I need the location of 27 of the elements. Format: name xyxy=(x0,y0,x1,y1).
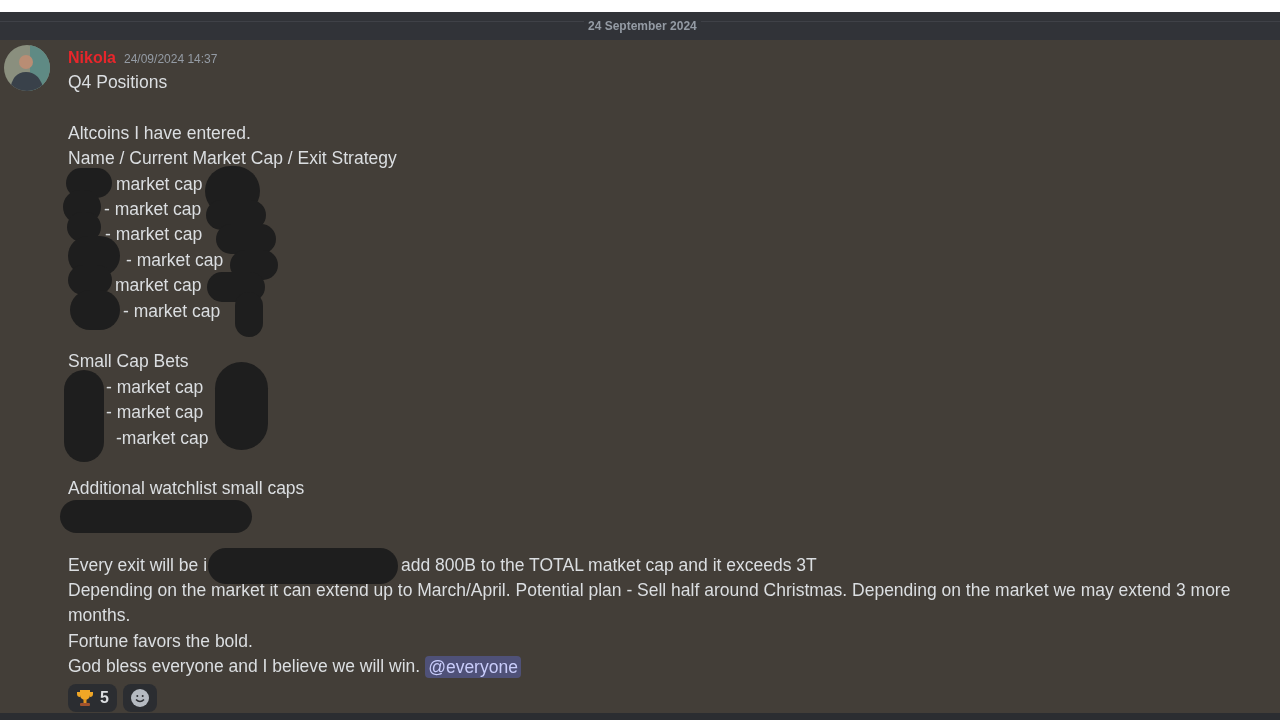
message-text: market cap xyxy=(115,274,202,298)
add-reaction-button[interactable] xyxy=(122,683,157,712)
redaction-mark xyxy=(70,290,120,330)
message-text: Depending on the market it can extend up to March/April. Potential plan - Sell half around Christmas. Depending on the market we may extend 3 more months. xyxy=(68,578,1232,628)
message-text: Name / Current Market Cap / Exit Strategy xyxy=(68,147,398,171)
message-text: - market cap xyxy=(123,299,221,323)
avatar xyxy=(4,45,50,91)
message-text: Additional watchlist small caps xyxy=(68,477,306,501)
message-text: God bless everyone and I believe we will win. xyxy=(68,655,421,679)
reaction-button[interactable]: 5 xyxy=(68,683,117,712)
message-text: -market cap xyxy=(116,426,209,450)
message-text: Altcoins I have entered. xyxy=(68,121,252,145)
message-text: - market cap xyxy=(105,223,203,247)
message-text: Every exit will be i xyxy=(68,553,208,577)
message-text: add 800B to the TOTAL matket cap and it exceeds 3T xyxy=(401,553,817,577)
message-text: Q4 Positions xyxy=(68,71,169,94)
smiley-icon xyxy=(130,688,149,707)
message-text: Fortune favors the bold. xyxy=(68,629,254,653)
message-text: - market cap xyxy=(106,401,204,425)
timestamp: 24/09/2024 14:37 xyxy=(124,51,218,68)
message-text: - market cap xyxy=(126,248,224,272)
mention-link[interactable]: @everyone xyxy=(425,655,521,678)
trophy-icon xyxy=(76,688,94,707)
message-text: market cap xyxy=(116,172,203,196)
message-text: - market cap xyxy=(104,198,202,221)
message-text: - market cap xyxy=(106,375,204,399)
message-text: Small Cap Bets xyxy=(68,350,190,374)
